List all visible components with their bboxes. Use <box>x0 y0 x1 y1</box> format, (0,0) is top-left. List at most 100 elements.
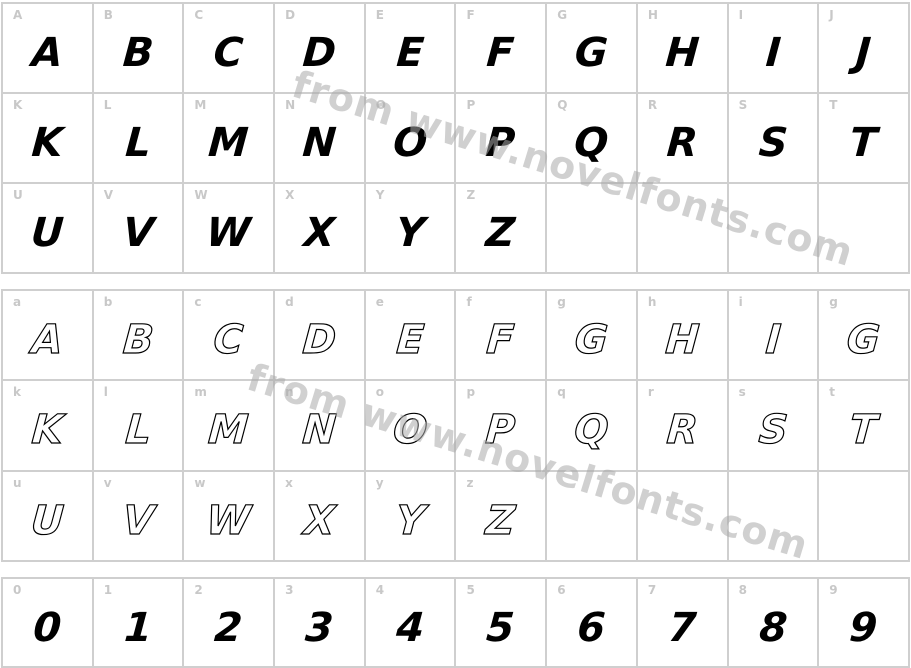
glyph-cell: tT <box>819 381 910 472</box>
glyph-label: S <box>738 98 748 112</box>
glyph-label: P <box>466 98 476 112</box>
glyph-preview: Q <box>572 407 611 454</box>
glyph-preview: D <box>301 317 339 364</box>
glyph-label: m <box>194 385 207 400</box>
glyph-cell: sS <box>728 381 820 472</box>
glyph-label: 3 <box>285 583 294 597</box>
glyph-cell: wW <box>184 471 276 562</box>
glyph-preview: C <box>212 317 246 364</box>
glyph-label: b <box>103 295 113 309</box>
glyph-preview: Z <box>484 497 517 544</box>
glyph-cell: pP <box>456 381 548 472</box>
glyph-preview: O <box>391 120 429 166</box>
glyph-cell: hH <box>637 291 729 382</box>
glyph-preview: L <box>123 120 153 166</box>
glyph-label: D <box>285 8 296 22</box>
glyph-label: I <box>738 8 744 22</box>
glyph-label: T <box>829 98 838 112</box>
glyph-preview: S <box>756 407 789 454</box>
glyph-preview: M <box>207 407 251 454</box>
glyph-cell: rR <box>637 381 729 472</box>
glyph-label: 9 <box>829 583 838 597</box>
lowercase-glyph-grid: aAbBcCdDeEfFgGhHiIgGkKlLmMnNoOpPqQrRsStT… <box>1 289 910 562</box>
glyph-cell: nN <box>275 381 366 472</box>
glyph-label: g <box>829 295 838 309</box>
glyph-cell: 99 <box>819 579 910 668</box>
glyph-cell: 77 <box>637 579 729 668</box>
glyph-preview: S <box>756 120 789 166</box>
glyph-label: X <box>285 188 295 202</box>
glyph-cell: PP <box>456 94 548 184</box>
glyph-label: E <box>375 8 384 22</box>
glyph-preview: 6 <box>576 604 608 651</box>
glyph-preview <box>545 202 638 264</box>
glyph-preview: E <box>394 30 426 76</box>
glyph-cell: cC <box>184 291 276 382</box>
glyph-cell: DD <box>275 4 366 94</box>
glyph-preview <box>817 202 910 264</box>
glyph-label: 0 <box>13 583 22 597</box>
glyph-label: F <box>466 8 475 22</box>
glyph-preview: M <box>207 120 251 166</box>
empty-glyph-cell <box>817 471 910 562</box>
glyph-label: N <box>285 98 296 112</box>
glyph-preview: Y <box>393 497 427 544</box>
glyph-cell: TT <box>819 94 910 184</box>
glyph-cell: RR <box>637 94 729 184</box>
glyph-cell: WW <box>184 184 276 274</box>
glyph-preview: Q <box>572 120 611 166</box>
glyph-cell: FF <box>456 4 548 94</box>
glyph-cell: UU <box>3 184 94 274</box>
glyph-preview: N <box>301 120 338 166</box>
glyph-cell: mM <box>184 381 276 472</box>
empty-glyph-cell <box>728 471 820 562</box>
glyph-preview: A <box>30 30 65 76</box>
glyph-cell: 00 <box>3 579 94 668</box>
glyph-cell: SS <box>728 94 820 184</box>
glyph-cell: dD <box>275 291 366 382</box>
uppercase-glyph-grid: AABBCCDDEEFFGGHHIIJJKKLLMMNNOOPPQQRRSSTT… <box>1 2 910 274</box>
glyph-cell: uU <box>3 471 94 562</box>
glyph-preview: X <box>302 497 337 544</box>
glyph-label: e <box>375 295 384 309</box>
glyph-label: 8 <box>738 583 747 597</box>
glyph-preview: H <box>663 317 701 364</box>
glyph-preview: 2 <box>213 604 245 651</box>
glyph-label: 1 <box>103 583 113 597</box>
glyph-preview: X <box>302 210 337 256</box>
glyph-preview: Z <box>484 210 517 256</box>
glyph-label: Y <box>375 188 385 202</box>
glyph-label: G <box>557 8 568 22</box>
glyph-preview: T <box>848 407 880 454</box>
glyph-label: M <box>194 98 207 112</box>
glyph-preview: K <box>30 120 65 166</box>
glyph-preview: G <box>845 317 882 364</box>
glyph-preview: W <box>204 497 253 544</box>
glyph-label: 4 <box>375 583 385 597</box>
glyph-preview <box>636 490 729 552</box>
glyph-label: U <box>13 188 23 202</box>
empty-glyph-cell <box>547 184 638 274</box>
glyph-label: f <box>466 295 472 309</box>
glyph-preview: H <box>663 30 701 76</box>
glyph-preview: V <box>120 210 156 256</box>
glyph-label: 6 <box>557 583 566 597</box>
empty-glyph-cell <box>636 471 729 562</box>
glyph-preview <box>817 490 910 552</box>
glyph-label: O <box>375 98 386 112</box>
glyph-preview: 7 <box>666 604 698 651</box>
glyph-cell: BB <box>93 4 185 94</box>
glyph-preview: 0 <box>31 604 63 651</box>
glyph-cell: NN <box>275 94 366 184</box>
glyph-preview: B <box>121 317 156 364</box>
glyph-preview: R <box>665 120 700 166</box>
glyph-cell: aA <box>3 291 94 382</box>
glyph-preview: I <box>763 30 782 76</box>
glyph-label: J <box>829 8 834 22</box>
glyph-preview <box>545 490 638 552</box>
glyph-preview: 9 <box>848 604 880 651</box>
glyph-preview: V <box>120 497 156 544</box>
glyph-preview: F <box>485 30 517 76</box>
glyph-cell: oO <box>365 381 457 472</box>
glyph-cell: 11 <box>93 579 185 668</box>
